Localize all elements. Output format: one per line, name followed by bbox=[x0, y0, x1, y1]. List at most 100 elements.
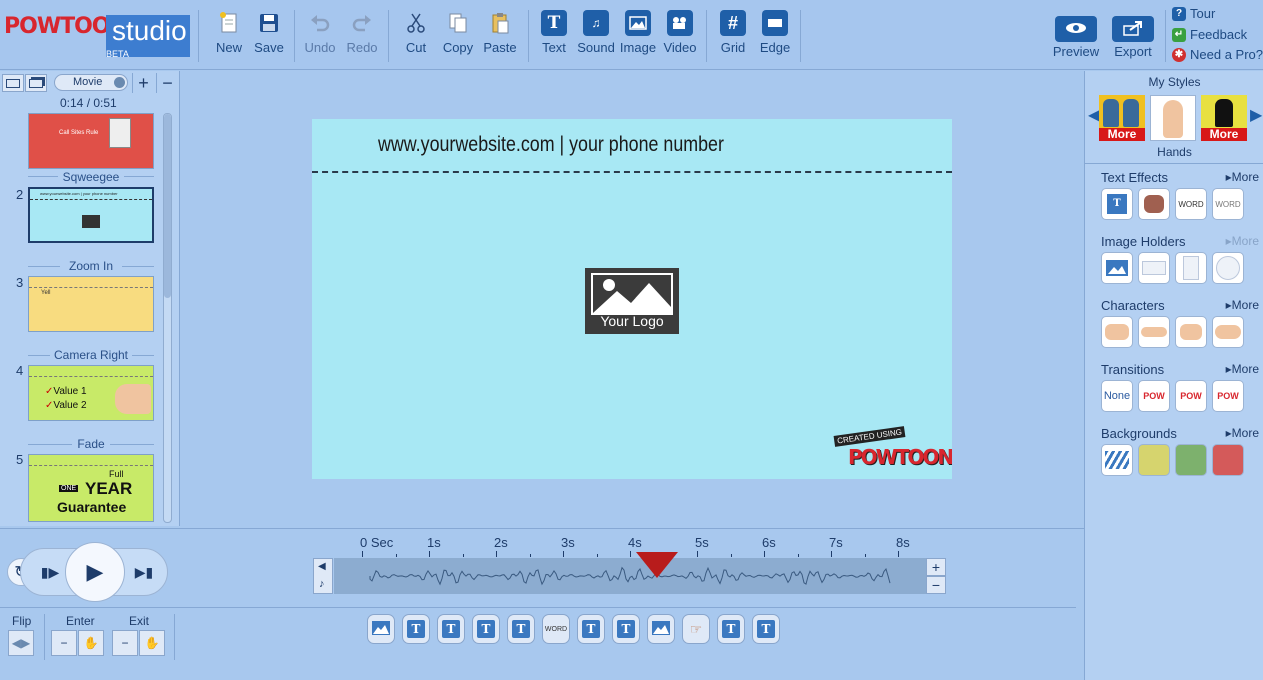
transition-none[interactable]: None bbox=[1101, 380, 1133, 412]
timeline-ruler[interactable]: 0 Sec 1s 2s 3s 4s 5s 6s 7s 8s bbox=[312, 535, 946, 557]
slide-thumbnail-2[interactable]: www.yourwebsite.com | your phone number bbox=[28, 187, 154, 243]
layer-text-7[interactable]: T bbox=[717, 614, 745, 644]
style-hands[interactable] bbox=[1150, 95, 1196, 141]
characters-more[interactable]: ▸More bbox=[1226, 298, 1259, 312]
layer-word[interactable]: WORD bbox=[542, 614, 570, 644]
character-fist[interactable] bbox=[1175, 316, 1207, 348]
playhead-marker[interactable] bbox=[635, 552, 678, 578]
layer-image-2[interactable] bbox=[647, 614, 675, 644]
exit-hand-button[interactable]: ✋ bbox=[139, 630, 165, 656]
sound-button[interactable]: ♫ Sound bbox=[574, 10, 618, 55]
layer-text-8[interactable]: T bbox=[752, 614, 780, 644]
divider bbox=[174, 614, 175, 660]
logo-placeholder[interactable]: Your Logo bbox=[585, 268, 679, 334]
need-pro-link[interactable]: ✱ Need a Pro? bbox=[1172, 47, 1263, 62]
style-people[interactable]: More bbox=[1099, 95, 1145, 141]
transition-pow-3[interactable]: POW bbox=[1212, 380, 1244, 412]
divider bbox=[29, 376, 153, 377]
dashed-divider[interactable] bbox=[312, 171, 952, 173]
single-view-button[interactable] bbox=[2, 74, 24, 92]
step-forward-button[interactable]: ▶▮ bbox=[130, 558, 158, 586]
character-thumbs-up[interactable] bbox=[1101, 316, 1133, 348]
multi-view-button[interactable] bbox=[25, 74, 47, 92]
enter-hand-button[interactable]: ✋ bbox=[78, 630, 104, 656]
background-green[interactable] bbox=[1175, 444, 1207, 476]
slide-thumbnail-5[interactable]: Full ONE YEAR Guarantee bbox=[28, 454, 154, 522]
preview-button[interactable] bbox=[1055, 16, 1097, 42]
image-button[interactable]: Image bbox=[616, 10, 660, 55]
slides-scrollbar[interactable] bbox=[163, 113, 172, 523]
styles-next-arrow-icon[interactable]: ▶ bbox=[1250, 105, 1262, 125]
background-pattern[interactable] bbox=[1101, 444, 1133, 476]
layer-text-3[interactable]: T bbox=[472, 614, 500, 644]
floppy-disk-icon bbox=[256, 10, 282, 36]
new-button[interactable]: New bbox=[207, 10, 251, 55]
paste-button[interactable]: Paste bbox=[478, 10, 522, 55]
undo-button[interactable]: Undo bbox=[298, 10, 342, 55]
play-button[interactable]: ▶ bbox=[65, 542, 125, 602]
video-button[interactable]: Video bbox=[658, 10, 702, 55]
pointing-hand-icon: ☞ bbox=[689, 620, 703, 637]
feedback-link[interactable]: ↵ Feedback bbox=[1172, 27, 1247, 42]
enter-none-button[interactable]: − bbox=[51, 630, 77, 656]
text-effect-plain[interactable]: T bbox=[1101, 188, 1133, 220]
slide-thumbnail-4[interactable]: ✓Value 1 ✓Value 2 bbox=[28, 365, 154, 421]
text-effect-word-outline[interactable]: WORD bbox=[1212, 188, 1244, 220]
cut-button[interactable]: Cut bbox=[394, 10, 438, 55]
layer-hand[interactable]: ☞ bbox=[682, 614, 710, 644]
step-back-button[interactable]: ▮▶ bbox=[36, 558, 64, 586]
grid-label: Grid bbox=[720, 40, 746, 55]
track-toggle[interactable]: ◀ ♪ bbox=[313, 558, 333, 594]
transition-pow-1[interactable]: POW bbox=[1138, 380, 1170, 412]
contact-text[interactable]: www.yourwebsite.com | your phone number bbox=[378, 133, 724, 157]
copy-button[interactable]: Copy bbox=[436, 10, 480, 55]
text-effect-hand[interactable] bbox=[1138, 188, 1170, 220]
transition-label[interactable]: Sqweegee bbox=[28, 170, 154, 184]
layer-text-6[interactable]: T bbox=[612, 614, 640, 644]
layer-text-1[interactable]: T bbox=[402, 614, 430, 644]
transition-pow-2[interactable]: POW bbox=[1175, 380, 1207, 412]
redo-button[interactable]: Redo bbox=[340, 10, 384, 55]
background-red[interactable] bbox=[1212, 444, 1244, 476]
slide-thumbnail-1[interactable]: Call Sites Rule bbox=[28, 113, 154, 169]
text-effects-more[interactable]: ▸More bbox=[1226, 170, 1259, 184]
save-button[interactable]: Save bbox=[247, 10, 291, 55]
text-icon: T bbox=[722, 620, 740, 638]
character-point[interactable] bbox=[1138, 316, 1170, 348]
tour-link[interactable]: ? Tour bbox=[1172, 6, 1215, 21]
image-holder-circle[interactable] bbox=[1212, 252, 1244, 284]
layer-text-4[interactable]: T bbox=[507, 614, 535, 644]
image-holders-more[interactable]: ▸More bbox=[1226, 234, 1259, 248]
beta-label: BETA bbox=[106, 49, 129, 59]
edge-button[interactable]: Edge bbox=[753, 10, 797, 55]
text-button[interactable]: T Text bbox=[532, 10, 576, 55]
flip-button[interactable]: ◀▶ bbox=[8, 630, 34, 656]
movie-mode-toggle[interactable]: Movie bbox=[54, 74, 128, 91]
backgrounds-more[interactable]: ▸More bbox=[1226, 426, 1259, 440]
text-effect-word[interactable]: WORD bbox=[1175, 188, 1207, 220]
mode-label: Movie bbox=[73, 76, 103, 88]
image-holder-wide[interactable] bbox=[1138, 252, 1170, 284]
background-yellow[interactable] bbox=[1138, 444, 1170, 476]
stage-canvas[interactable]: www.yourwebsite.com | your phone number … bbox=[312, 119, 952, 479]
image-holder-image[interactable] bbox=[1101, 252, 1133, 284]
layer-text-2[interactable]: T bbox=[437, 614, 465, 644]
remove-slide-button[interactable]: − bbox=[156, 73, 178, 93]
sound-waveform[interactable] bbox=[334, 558, 898, 594]
exit-none-button[interactable]: − bbox=[112, 630, 138, 656]
layer-image-1[interactable] bbox=[367, 614, 395, 644]
layer-text-5[interactable]: T bbox=[577, 614, 605, 644]
export-button[interactable] bbox=[1112, 16, 1154, 42]
transitions-more[interactable]: ▸More bbox=[1226, 362, 1259, 376]
selected-style-label: Hands bbox=[1157, 145, 1192, 159]
character-open-hand[interactable] bbox=[1212, 316, 1244, 348]
zoom-in-button[interactable]: + bbox=[926, 558, 946, 576]
image-holder-tall[interactable] bbox=[1175, 252, 1207, 284]
zoom-out-button[interactable]: − bbox=[926, 576, 946, 594]
scrollbar-thumb[interactable] bbox=[164, 114, 171, 298]
grid-button[interactable]: # Grid bbox=[711, 10, 755, 55]
divider bbox=[110, 444, 154, 445]
style-business[interactable]: More bbox=[1201, 95, 1247, 141]
slide-thumbnail-3[interactable]: Yell bbox=[28, 276, 154, 332]
add-slide-button[interactable]: + bbox=[132, 73, 154, 93]
